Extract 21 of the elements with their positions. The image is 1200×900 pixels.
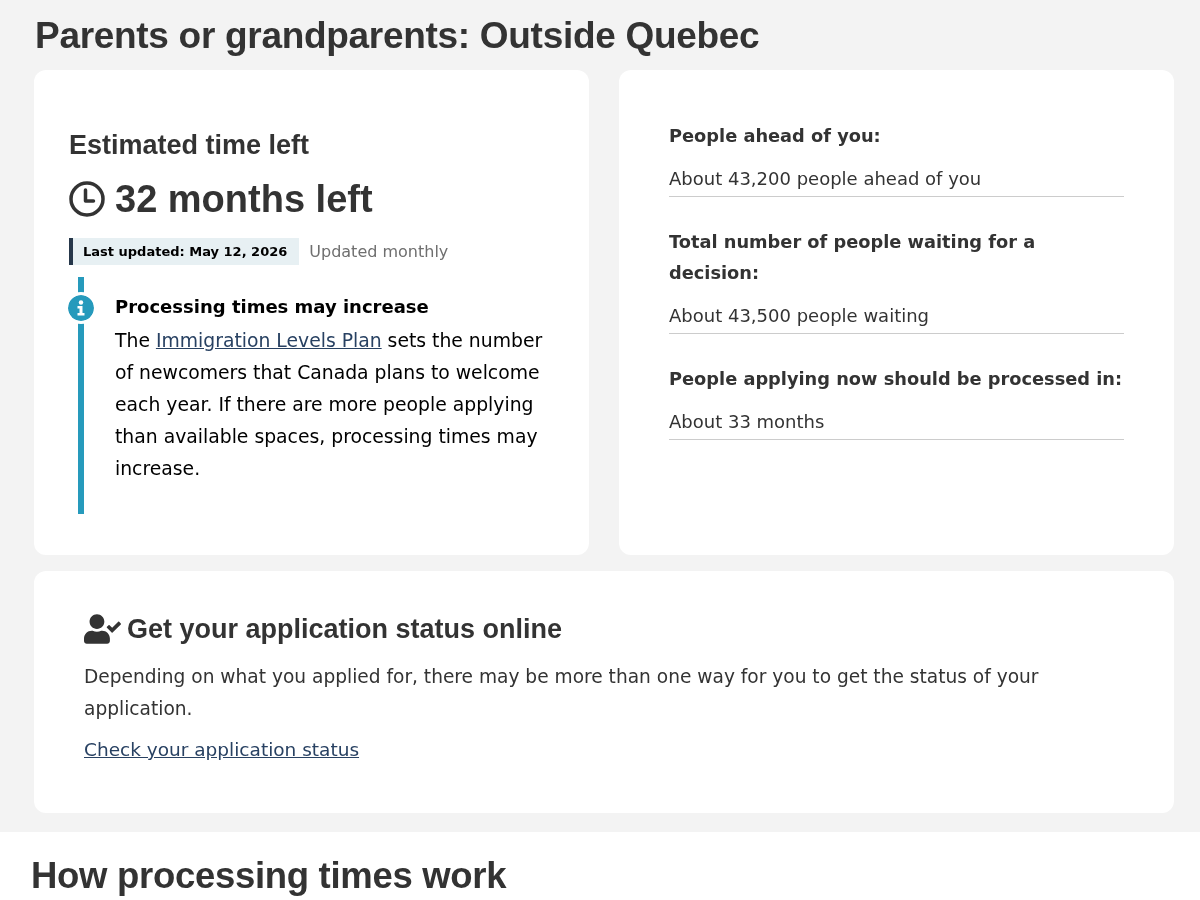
time-left: 32 months left bbox=[115, 177, 373, 221]
last-updated-label: Last updated: May 12, 2026 bbox=[69, 238, 300, 265]
info-icon bbox=[68, 295, 94, 321]
alert-text: The Immigration Levels Plan sets the number of newcomers that Canada plans to welcome each year. If there are more people applying than available spaces, processing times may increase. bbox=[115, 329, 544, 481]
status-description: Depending on what you applied for, there may be more than one way for you to get the status of your application. bbox=[84, 665, 1040, 721]
alert-title: Processing times may increase bbox=[115, 295, 430, 319]
update-frequency: Updated monthly bbox=[309, 242, 449, 261]
inline-link[interactable]: Immigration Levels Plan bbox=[155, 330, 382, 351]
stat-label: People applying now should be processed in: bbox=[669, 367, 1124, 391]
stat-label: Total number of people waiting for a decision: bbox=[669, 230, 1037, 285]
clock-icon bbox=[69, 181, 105, 217]
card-heading: Estimated time left bbox=[69, 129, 311, 162]
stat-value: About 43,500 people waiting bbox=[669, 297, 1124, 334]
stat-label: People ahead of you: bbox=[669, 124, 882, 148]
status-link[interactable]: Check your application status bbox=[84, 737, 360, 763]
user-check-icon bbox=[84, 614, 121, 644]
stat-value: About 43,200 people ahead of you bbox=[669, 160, 1124, 197]
section-heading: How processing times work bbox=[31, 854, 508, 898]
page-title: Parents or grandparents: Outside Quebec bbox=[35, 14, 761, 58]
stat-value: About 33 months bbox=[669, 403, 1124, 440]
card-heading: Get your application status online bbox=[127, 613, 563, 646]
